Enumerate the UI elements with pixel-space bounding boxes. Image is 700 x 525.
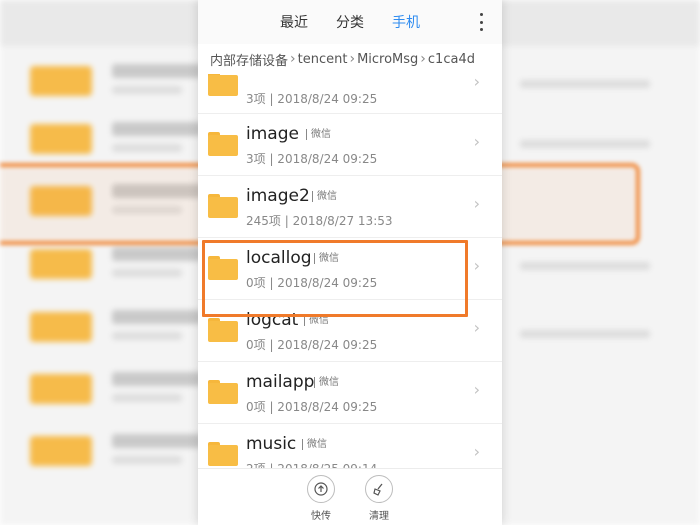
folder-name: music (246, 434, 297, 454)
chevron-right-icon: › (290, 51, 296, 67)
wechat-tag: 微信 (314, 253, 339, 264)
upload-icon (307, 475, 335, 503)
folder-name: image (246, 124, 299, 144)
chevron-right-icon: › (473, 74, 480, 91)
wechat-tag: 微信 (304, 315, 329, 326)
bottom-action-bar: 快传 清理 (198, 468, 502, 525)
chevron-right-icon: › (473, 318, 480, 337)
folder-row-image[interactable]: image 微信 3项 | 2018/8/24 09:25 › (198, 114, 502, 176)
broom-icon (365, 475, 393, 503)
folder-row-locallog[interactable]: locallog 微信 0项 | 2018/8/24 09:25 › (198, 238, 502, 300)
quick-transfer-label: 快传 (311, 511, 331, 522)
folder-meta: 0项 | 2018/8/24 09:25 (246, 276, 378, 290)
chevron-right-icon: › (473, 194, 480, 213)
folder-meta: 0项 | 2018/8/24 09:25 (246, 338, 378, 352)
folder-name: logcat (246, 310, 299, 330)
file-manager-panel: 最近 分类 手机 内部存储设备 › tencent › MicroMsg › c… (198, 0, 502, 525)
wechat-tag: 微信 (312, 191, 337, 202)
chevron-right-icon: › (473, 380, 480, 399)
folder-meta: 3项 | 2018/8/24 09:25 (246, 92, 378, 106)
wechat-tag: 微信 (302, 439, 327, 450)
breadcrumb-tencent[interactable]: tencent (298, 52, 348, 67)
folder-icon (208, 380, 238, 404)
folder-name: mailapp (246, 372, 315, 392)
folder-icon (208, 194, 238, 218)
chevron-right-icon: › (473, 256, 480, 275)
tab-phone[interactable]: 手机 (392, 12, 420, 32)
folder-row-logcat[interactable]: logcat 微信 0项 | 2018/8/24 09:25 › (198, 300, 502, 362)
folder-row-mailapp[interactable]: mailapp 微信 0项 | 2018/8/24 09:25 › (198, 362, 502, 424)
folder-icon (208, 442, 238, 466)
clean-button[interactable]: 清理 (357, 475, 401, 522)
more-options-icon[interactable] (478, 13, 484, 31)
clean-label: 清理 (369, 511, 389, 522)
folder-icon (208, 318, 238, 342)
folder-name: locallog (246, 248, 312, 268)
folder-meta: 245项 | 2018/8/27 13:53 (246, 214, 393, 228)
breadcrumb: 内部存储设备 › tencent › MicroMsg › c1ca4d (198, 44, 502, 74)
folder-icon (208, 132, 238, 156)
folder-meta: 3项 | 2018/8/24 09:25 (246, 152, 378, 166)
quick-transfer-button[interactable]: 快传 (299, 475, 343, 522)
tab-bar: 最近 分类 手机 (198, 0, 502, 44)
folder-row-image2[interactable]: image2 微信 245项 | 2018/8/27 13:53 › (198, 176, 502, 238)
folder-icon (208, 256, 238, 280)
folder-list[interactable]: favorite 3项 | 2018/8/24 09:25 › image 微信… (198, 74, 502, 468)
folder-meta: 2项 | 2018/8/25 09:14 (246, 460, 377, 468)
breadcrumb-c1ca4d[interactable]: c1ca4d (428, 52, 475, 67)
chevron-right-icon: › (420, 51, 426, 67)
chevron-right-icon: › (473, 132, 480, 151)
folder-icon (208, 74, 238, 96)
tab-category[interactable]: 分类 (336, 12, 364, 32)
folder-row-favorite[interactable]: favorite 3项 | 2018/8/24 09:25 › (198, 74, 502, 114)
folder-name: image2 (246, 186, 310, 206)
folder-row-music[interactable]: music 微信 2项 | 2018/8/25 09:14 › (198, 424, 502, 468)
breadcrumb-internal-storage[interactable]: 内部存储设备 (210, 50, 288, 69)
tab-recent[interactable]: 最近 (280, 12, 308, 32)
chevron-right-icon: › (473, 442, 480, 461)
breadcrumb-micromsg[interactable]: MicroMsg (357, 52, 418, 67)
chevron-right-icon: › (349, 51, 356, 67)
folder-meta: 0项 | 2018/8/24 09:25 (246, 400, 378, 414)
wechat-tag: 微信 (314, 377, 339, 388)
wechat-tag: 微信 (306, 129, 331, 140)
